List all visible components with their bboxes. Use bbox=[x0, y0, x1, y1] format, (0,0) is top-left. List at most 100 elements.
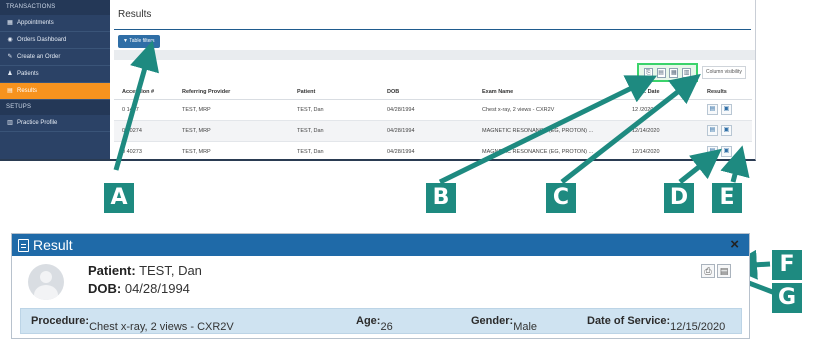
table-cell: TEST, MRP bbox=[174, 141, 289, 159]
table-cell: 04/28/1994 bbox=[379, 99, 474, 121]
excel-icon[interactable]: ▦ bbox=[669, 67, 679, 78]
table-cell: TEST, Dan bbox=[289, 99, 379, 121]
table-cell: 04/28/1994 bbox=[379, 141, 474, 159]
table-row[interactable]: 0 1407 TEST, MRP TEST, Dan 04/28/1994 Chest … bbox=[114, 99, 752, 121]
view-image-icon[interactable]: ▣ bbox=[721, 146, 732, 157]
column-header[interactable]: Referring Provider bbox=[174, 85, 289, 100]
table-cell: TEST, Dan bbox=[289, 141, 379, 159]
results-actions-cell: ▤ ▣ bbox=[699, 141, 752, 159]
procedure-label: Procedure: bbox=[31, 315, 90, 327]
procedure-info: Procedure: Chest x-ray, 2 views - CXR2V bbox=[31, 315, 234, 333]
table-header-row: Accession # Referring Provider Patient DOB E… bbox=[114, 85, 752, 100]
gender-value: Male bbox=[513, 321, 538, 333]
calendar-icon: ▦ bbox=[7, 20, 13, 26]
table-cell: 0 40274 bbox=[114, 120, 174, 142]
building-icon: ▥ bbox=[7, 120, 13, 126]
sidebar-item-label: Orders Dashboard bbox=[17, 37, 67, 43]
callout-a: A bbox=[104, 183, 134, 213]
column-header[interactable]: Appt. Date bbox=[624, 85, 699, 100]
table-cell: MAGNETIC RESONANCE (EG, PROTON) ... bbox=[474, 141, 624, 159]
view-report-icon[interactable]: ▤ bbox=[707, 146, 718, 157]
callout-e: E bbox=[712, 183, 742, 213]
sidebar-section-header: SETUPS bbox=[0, 100, 110, 115]
sidebar: TRANSACTIONS ▦ Appointments ◉ Orders Dashboa… bbox=[0, 0, 110, 159]
column-header[interactable]: Patient bbox=[289, 85, 379, 100]
view-report-icon[interactable]: ▤ bbox=[707, 125, 718, 136]
column-visibility-button[interactable]: Column visibility bbox=[702, 66, 746, 79]
pdf-button[interactable]: ▤ bbox=[717, 264, 731, 278]
callout-b: B bbox=[426, 183, 456, 213]
table-cell: TEST, MRP bbox=[174, 99, 289, 121]
results-icon: ▤ bbox=[7, 88, 13, 94]
table-cell: Chest x-ray, 2 views - CXR2V bbox=[474, 99, 624, 121]
procedure-value: Chest x-ray, 2 views - CXR2V bbox=[89, 321, 234, 333]
table-row[interactable]: 0 40273 TEST, MRP TEST, Dan 04/28/1994 MAGNE… bbox=[114, 141, 752, 159]
table-cell: 0 1407 bbox=[114, 99, 174, 121]
sidebar-item-label: Create an Order bbox=[17, 54, 61, 60]
view-image-icon[interactable]: ▣ bbox=[721, 125, 732, 136]
callout-g: G bbox=[772, 283, 802, 313]
results-actions-cell: ▤ ▣ bbox=[699, 120, 752, 142]
sidebar-item-practice-profile[interactable]: ▥ Practice Profile bbox=[0, 115, 110, 132]
view-report-icon[interactable]: ▤ bbox=[707, 104, 718, 115]
export-toolbar: ⎘ ▤ ▦ ▥ bbox=[637, 63, 698, 82]
dialog-title: Result bbox=[33, 237, 73, 253]
sidebar-item-label: Practice Profile bbox=[17, 120, 58, 126]
table-cell: TEST, Dan bbox=[289, 120, 379, 142]
patient-line: Patient: TEST, Dan bbox=[88, 263, 202, 278]
dob-line: DOB: 04/28/1994 bbox=[88, 281, 190, 296]
results-table: Accession # Referring Provider Patient DOB E… bbox=[114, 85, 752, 159]
table-row[interactable]: 0 40274 TEST, MRP TEST, Dan 04/28/1994 MAGNE… bbox=[114, 120, 752, 142]
sidebar-item-label: Patients bbox=[17, 71, 39, 77]
results-content: Results ▼ Table filters ⎘ ▤ ▦ ▥ Column v… bbox=[110, 0, 755, 159]
sidebar-item-orders-dashboard[interactable]: ◉ Orders Dashboard bbox=[0, 32, 110, 49]
print-button[interactable]: ⎙ bbox=[701, 264, 715, 278]
column-header[interactable]: DOB bbox=[379, 85, 474, 100]
printer-icon: ⎙ bbox=[704, 266, 712, 276]
toolbar-band bbox=[114, 50, 755, 60]
column-header[interactable]: Results bbox=[699, 85, 752, 100]
patient-label: Patient: bbox=[88, 263, 136, 278]
table-cell: TEST, MRP bbox=[174, 120, 289, 142]
dos-value: 12/15/2020 bbox=[670, 321, 726, 333]
close-icon[interactable]: × bbox=[730, 236, 739, 253]
callout-f: F bbox=[772, 250, 802, 280]
callout-d: D bbox=[664, 183, 694, 213]
sidebar-item-label: Appointments bbox=[17, 20, 54, 26]
page-title: Results bbox=[118, 9, 152, 20]
table-cell: 12/14/2020 bbox=[624, 141, 699, 159]
age-label: Age: bbox=[356, 315, 381, 327]
results-app-screenshot: TRANSACTIONS ▦ Appointments ◉ Orders Dashboa… bbox=[0, 0, 756, 161]
edit-icon: ✎ bbox=[7, 54, 13, 60]
dos-label: Date of Service: bbox=[587, 315, 671, 327]
copy-icon[interactable]: ⎘ bbox=[643, 67, 653, 78]
dob-value: 04/28/1994 bbox=[124, 281, 190, 296]
title-divider bbox=[114, 29, 751, 30]
view-image-icon[interactable]: ▣ bbox=[721, 104, 732, 115]
pdf-icon[interactable]: ▥ bbox=[682, 67, 692, 78]
sidebar-item-create-an-order[interactable]: ✎ Create an Order bbox=[0, 49, 110, 66]
table-body: 0 1407 TEST, MRP TEST, Dan 04/28/1994 Chest … bbox=[114, 99, 752, 159]
gender-info: Gender: Male bbox=[471, 315, 537, 333]
sidebar-item-appointments[interactable]: ▦ Appointments bbox=[0, 15, 110, 32]
callout-c: C bbox=[546, 183, 576, 213]
table-filters-label: Table filters bbox=[129, 38, 155, 44]
patient-value: TEST, Dan bbox=[139, 263, 202, 278]
dialog-header: Result × bbox=[12, 234, 749, 256]
sidebar-item-patients[interactable]: ♟ Patients bbox=[0, 66, 110, 83]
dashboard-icon: ◉ bbox=[7, 37, 13, 43]
sidebar-item-label: Results bbox=[17, 88, 38, 94]
sidebar-section-header: TRANSACTIONS bbox=[0, 0, 110, 15]
table-cell: 12 /2020 bbox=[624, 99, 699, 121]
table-filters-button[interactable]: ▼ Table filters bbox=[118, 35, 160, 48]
table-cell: 0 40273 bbox=[114, 141, 174, 159]
csv-icon[interactable]: ▤ bbox=[656, 67, 666, 78]
age-value: 26 bbox=[380, 321, 393, 333]
column-header[interactable]: Accession # bbox=[114, 85, 174, 100]
avatar bbox=[28, 264, 64, 300]
age-info: Age: 26 bbox=[356, 315, 393, 333]
column-header[interactable]: Exam Name bbox=[474, 85, 624, 100]
table-cell: MAGNETIC RESONANCE (EG, PROTON) ... bbox=[474, 120, 624, 142]
document-icon bbox=[18, 238, 29, 252]
sidebar-item-results[interactable]: ▤ Results bbox=[0, 83, 110, 100]
